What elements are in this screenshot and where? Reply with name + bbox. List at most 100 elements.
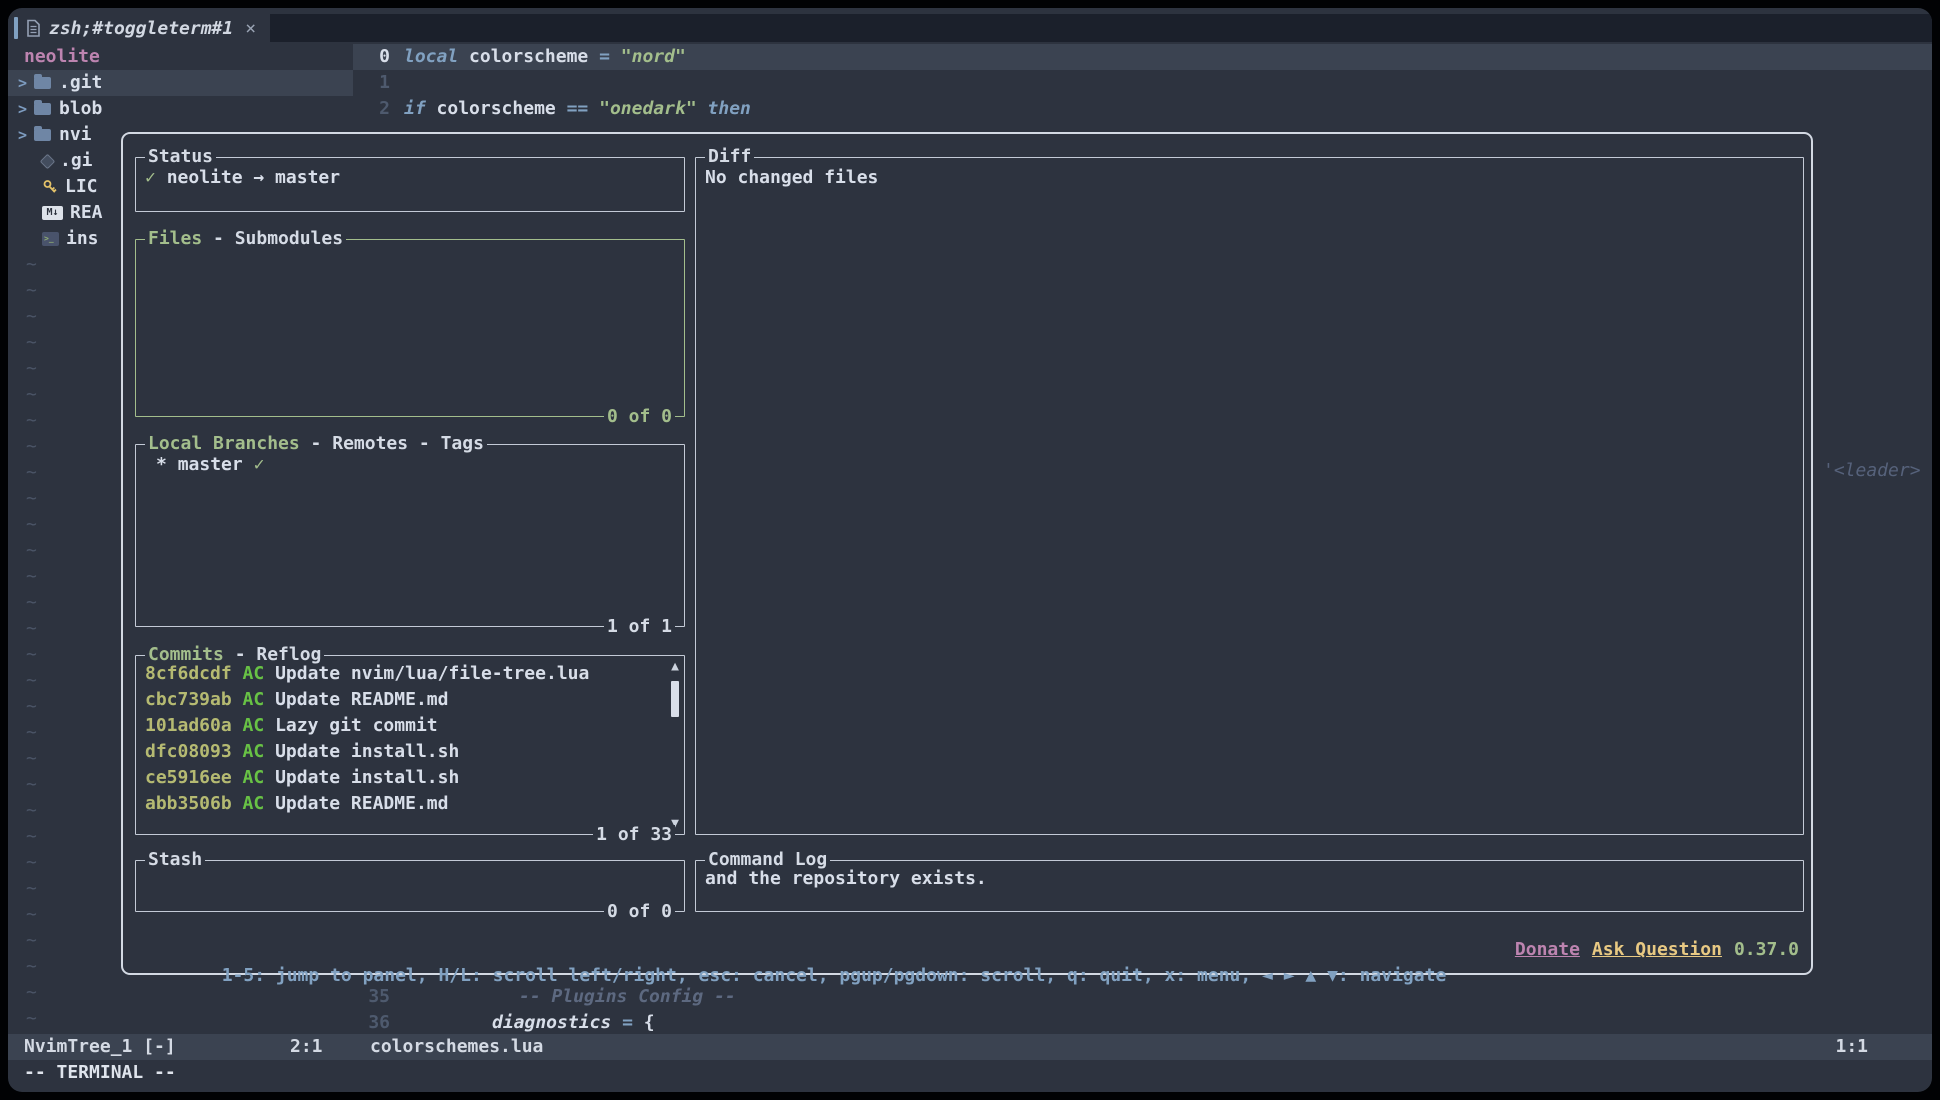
code-token: == [567, 98, 589, 119]
markdown-icon: M↓ [42, 206, 63, 220]
empty-line-marker: ~ [26, 382, 37, 408]
ask-question-link[interactable]: Ask Question [1592, 937, 1722, 963]
commit-author: AC [232, 767, 275, 788]
commit-row[interactable]: 8cf6dcdf AC Update nvim/lua/file-tree.lu… [145, 661, 660, 687]
tabline: zsh;#toggleterm#1 × [8, 14, 1932, 42]
command-log-panel[interactable]: Command Log and the repository exists. [695, 860, 1804, 912]
tree-item-label: blob [59, 96, 102, 122]
tab-close-icon[interactable]: × [241, 18, 256, 39]
git-diamond-icon [40, 153, 56, 169]
empty-line-marker: ~ [26, 694, 37, 720]
chevron-right-icon[interactable]: > [18, 122, 34, 148]
empty-line-marker: ~ [26, 746, 37, 772]
keybinding-help: 1-5: jump to panel, H/L: scroll left/rig… [135, 937, 1799, 963]
commits-panel[interactable]: Commits - Reflog 8cf6dcdf AC Update nvim… [135, 655, 685, 835]
code-token [588, 98, 599, 119]
check-icon: ✓ [145, 167, 156, 188]
commit-row[interactable]: cbc739ab AC Update README.md [145, 687, 660, 713]
commit-hash: dfc08093 [145, 741, 232, 762]
commit-row[interactable]: ce5916ee AC Update install.sh [145, 765, 660, 791]
empty-line-marker: ~ [26, 616, 37, 642]
terminal-icon: >_ [42, 232, 59, 246]
commit-row[interactable]: dfc08093 AC Update install.sh [145, 739, 660, 765]
empty-line-marker: ~ [26, 876, 37, 902]
commit-author: AC [232, 715, 275, 736]
tab-active-indicator [14, 17, 18, 39]
code-token: "onedark" [599, 98, 697, 119]
empty-line-marker: ~ [26, 486, 37, 512]
code-token: then [708, 98, 751, 119]
stash-panel-title: Stash [145, 850, 205, 870]
status-panel[interactable]: Status ✓ neolite → master [135, 157, 685, 212]
neovim-window: zsh;#toggleterm#1 × 0local colorscheme =… [8, 8, 1932, 1092]
tree-item-label: .git [59, 70, 102, 96]
scroll-up-icon[interactable]: ▲ [671, 659, 679, 674]
files-panel-title: Files - Submodules [145, 229, 346, 249]
commit-author: AC [232, 793, 275, 814]
commit-message: Lazy git commit [275, 715, 438, 736]
code-token: diagnostics [492, 1012, 611, 1033]
folder-icon [34, 77, 51, 89]
commit-hash: 8cf6dcdf [145, 663, 232, 684]
stash-panel[interactable]: Stash 0 of 0 [135, 860, 685, 912]
tree-item-git[interactable]: > .git [8, 70, 353, 96]
code-token: -- Plugins Config -- [519, 986, 736, 1007]
statusline-position-right: 1:1 [1835, 1034, 1868, 1060]
key-icon [42, 179, 58, 195]
branch-name: master [178, 454, 243, 475]
empty-line-marker: ~ [26, 772, 37, 798]
chevron-right-icon[interactable]: > [18, 96, 34, 122]
commit-hash: cbc739ab [145, 689, 232, 710]
commit-message: Update install.sh [275, 741, 459, 762]
code-token [610, 46, 621, 67]
empty-line-marker: ~ [26, 538, 37, 564]
markdown-icon: M↓ [42, 206, 63, 220]
empty-line-marker: ~ [26, 642, 37, 668]
code-token: local [404, 46, 458, 67]
tab-label: zsh;#toggleterm#1 [49, 18, 233, 39]
diff-panel[interactable]: Diff No changed files [695, 157, 1804, 835]
chevron-right-icon[interactable]: > [18, 70, 34, 96]
empty-line-marker: ~ [26, 1006, 37, 1032]
commits-scrollbar[interactable]: ▲ ▼ [668, 659, 682, 831]
tree-item-label: nvi [59, 122, 92, 148]
help-links: Donate Ask Question 0.37.0 [1515, 937, 1799, 963]
mode-indicator: -- TERMINAL -- [24, 1060, 176, 1086]
code-token: if [404, 98, 426, 119]
files-count: 0 of 0 [604, 407, 675, 427]
empty-line-marker: ~ [26, 980, 37, 1006]
commit-author: AC [232, 663, 275, 684]
tree-item-blob[interactable]: > blob [8, 96, 353, 122]
terminal-icon: >_ [42, 232, 59, 246]
tree-item-label: ins [66, 226, 99, 252]
empty-line-marker: ~ [26, 928, 37, 954]
code-token [426, 98, 437, 119]
empty-line-marker: ~ [26, 824, 37, 850]
files-panel[interactable]: Files - Submodules 0 of 0 [135, 239, 685, 417]
donate-link[interactable]: Donate [1515, 937, 1580, 963]
branch-row[interactable]: * master ✓ [136, 445, 684, 626]
folder-icon [34, 129, 51, 141]
current-branch-star: * [156, 454, 167, 475]
commit-row[interactable]: abb3506b AC Update README.md [145, 791, 660, 817]
empty-line-marker: ~ [26, 902, 37, 928]
commit-author: AC [232, 689, 275, 710]
empty-line-marker: ~ [26, 668, 37, 694]
version-label: 0.37.0 [1734, 937, 1799, 963]
code-token [611, 1012, 622, 1033]
empty-line-marker: ~ [26, 408, 37, 434]
empty-line-marker: ~ [26, 954, 37, 980]
code-token [458, 46, 469, 67]
code-token [633, 1012, 644, 1033]
empty-line-marker: ~ [26, 304, 37, 330]
terminal-tab[interactable]: zsh;#toggleterm#1 × [8, 14, 270, 42]
status-content: ✓ neolite → master [136, 158, 684, 211]
tree-root[interactable]: neolite [8, 44, 353, 70]
scrollbar-thumb[interactable] [671, 681, 679, 717]
folder-icon [34, 103, 51, 115]
branches-panel[interactable]: Local Branches - Remotes - Tags * master… [135, 444, 685, 627]
commit-message: Update nvim/lua/file-tree.lua [275, 663, 589, 684]
statusline: NvimTree_1 [-] 2:1 colorschemes.lua 1:1 [8, 1034, 1932, 1060]
commit-row[interactable]: 101ad60a AC Lazy git commit [145, 713, 660, 739]
commit-message: Update install.sh [275, 767, 459, 788]
